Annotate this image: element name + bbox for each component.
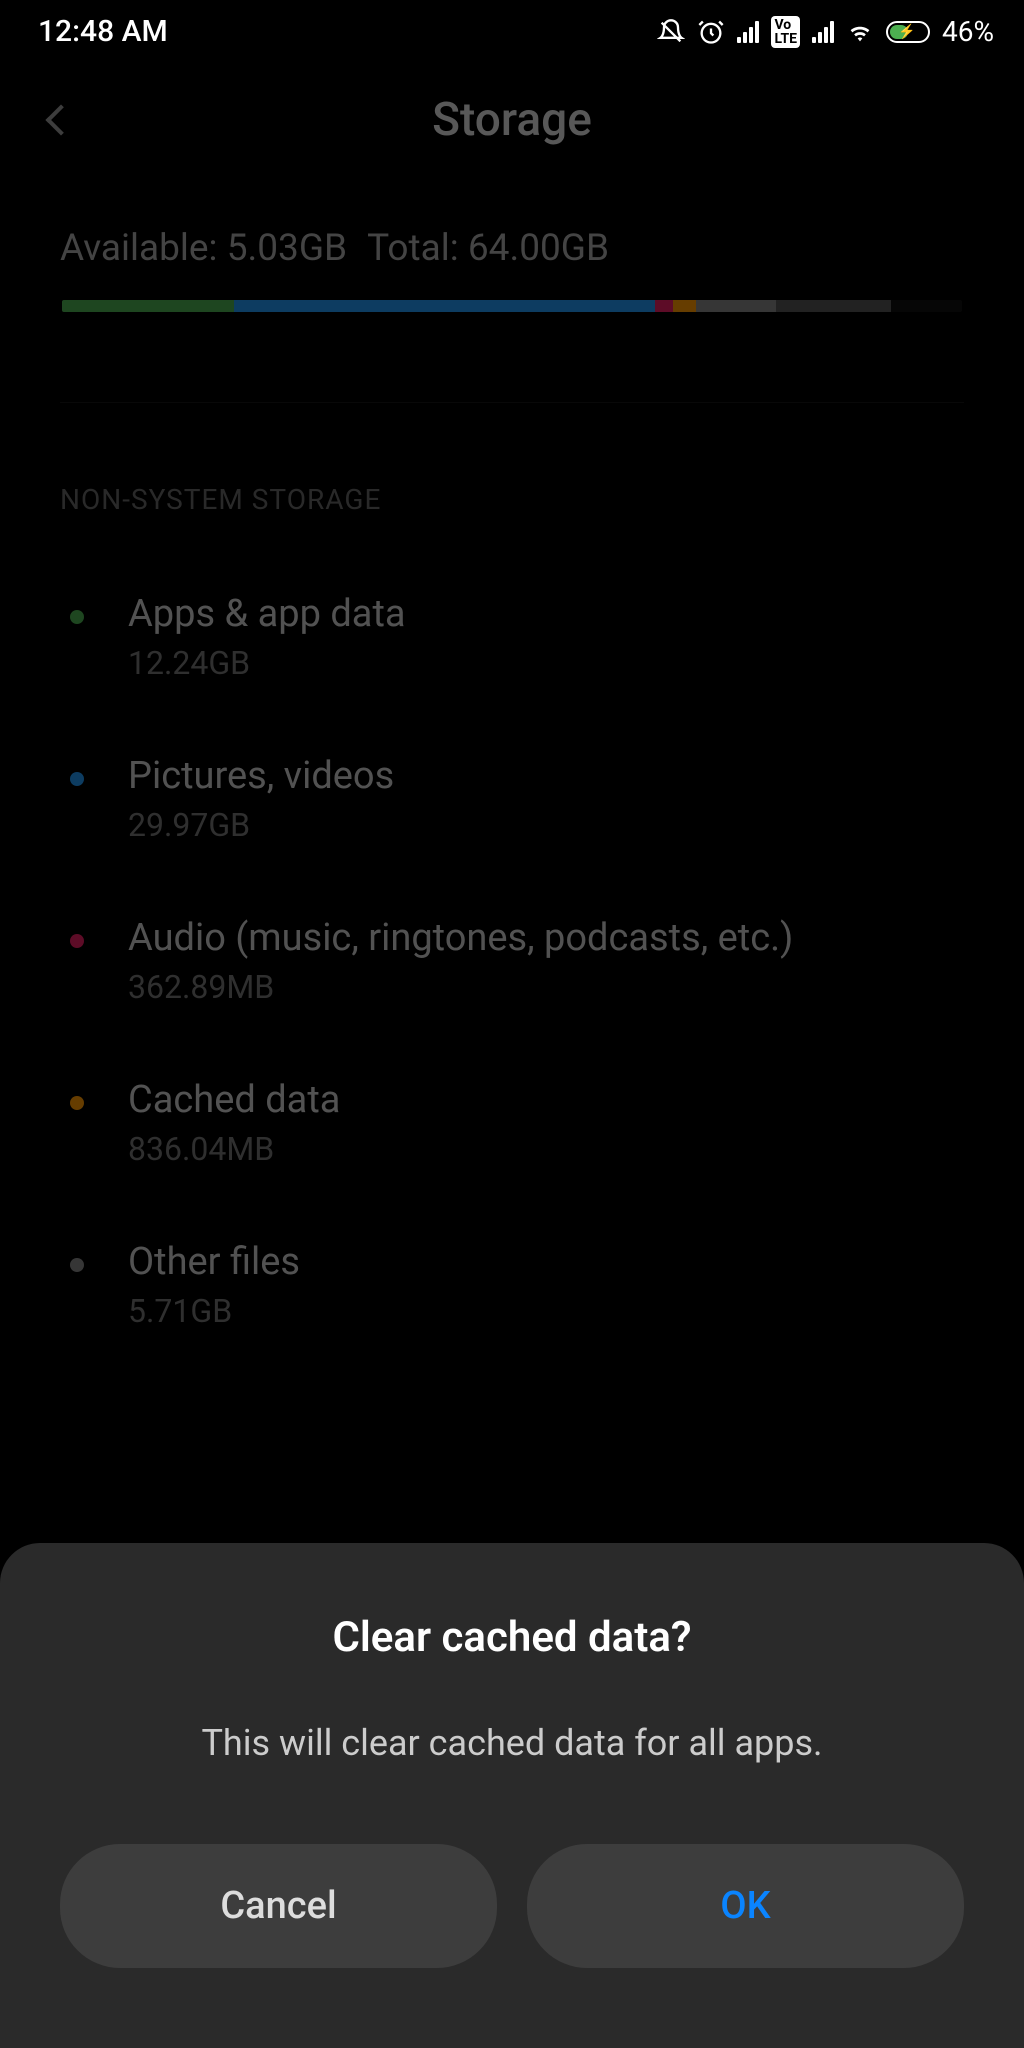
dot-icon bbox=[70, 934, 84, 948]
storage-row-other[interactable]: Other files 5.71GB bbox=[0, 1204, 1024, 1366]
dialog-title: Clear cached data? bbox=[60, 1613, 964, 1662]
row-label: Pictures, videos bbox=[128, 754, 394, 798]
storage-row-apps[interactable]: Apps & app data 12.24GB bbox=[0, 556, 1024, 718]
battery-percent: 46% bbox=[942, 15, 994, 48]
status-bar: 12:48 AM VoLTE ⚡ 46% bbox=[0, 0, 1024, 63]
storage-row-audio[interactable]: Audio (music, ringtones, podcasts, etc.)… bbox=[0, 880, 1024, 1042]
row-value: 12.24GB bbox=[128, 644, 406, 682]
storage-bar bbox=[62, 300, 962, 312]
battery-icon: ⚡ bbox=[886, 21, 930, 43]
alarm-icon bbox=[697, 18, 725, 46]
dot-icon bbox=[70, 1096, 84, 1110]
storage-row-cache[interactable]: Cached data 836.04MB bbox=[0, 1042, 1024, 1204]
row-value: 362.89MB bbox=[128, 968, 793, 1006]
cancel-button[interactable]: Cancel bbox=[60, 1844, 497, 1968]
confirm-dialog: Clear cached data? This will clear cache… bbox=[0, 1543, 1024, 2048]
dialog-description: This will clear cached data for all apps… bbox=[60, 1722, 964, 1764]
status-icons: VoLTE ⚡ 46% bbox=[657, 15, 994, 48]
mute-icon bbox=[657, 18, 685, 46]
dot-icon bbox=[70, 610, 84, 624]
ok-button[interactable]: OK bbox=[527, 1844, 964, 1968]
section-header: NON-SYSTEM STORAGE bbox=[0, 403, 1024, 556]
row-value: 5.71GB bbox=[128, 1292, 300, 1330]
dot-icon bbox=[70, 1258, 84, 1272]
row-value: 29.97GB bbox=[128, 806, 394, 844]
signal-icon-2 bbox=[812, 21, 834, 43]
volte-icon: VoLTE bbox=[771, 16, 800, 48]
storage-row-media[interactable]: Pictures, videos 29.97GB bbox=[0, 718, 1024, 880]
row-label: Cached data bbox=[128, 1078, 340, 1122]
page-title: Storage bbox=[40, 93, 984, 147]
status-time: 12:48 AM bbox=[38, 14, 168, 49]
row-label: Audio (music, ringtones, podcasts, etc.) bbox=[128, 916, 793, 960]
wifi-icon bbox=[846, 18, 874, 46]
signal-icon bbox=[737, 21, 759, 43]
dot-icon bbox=[70, 772, 84, 786]
row-label: Other files bbox=[128, 1240, 300, 1284]
page-header: Storage bbox=[0, 63, 1024, 177]
row-label: Apps & app data bbox=[128, 592, 406, 636]
storage-summary: Available: 5.03GB Total: 64.00GB bbox=[0, 177, 1024, 300]
row-value: 836.04MB bbox=[128, 1130, 340, 1168]
